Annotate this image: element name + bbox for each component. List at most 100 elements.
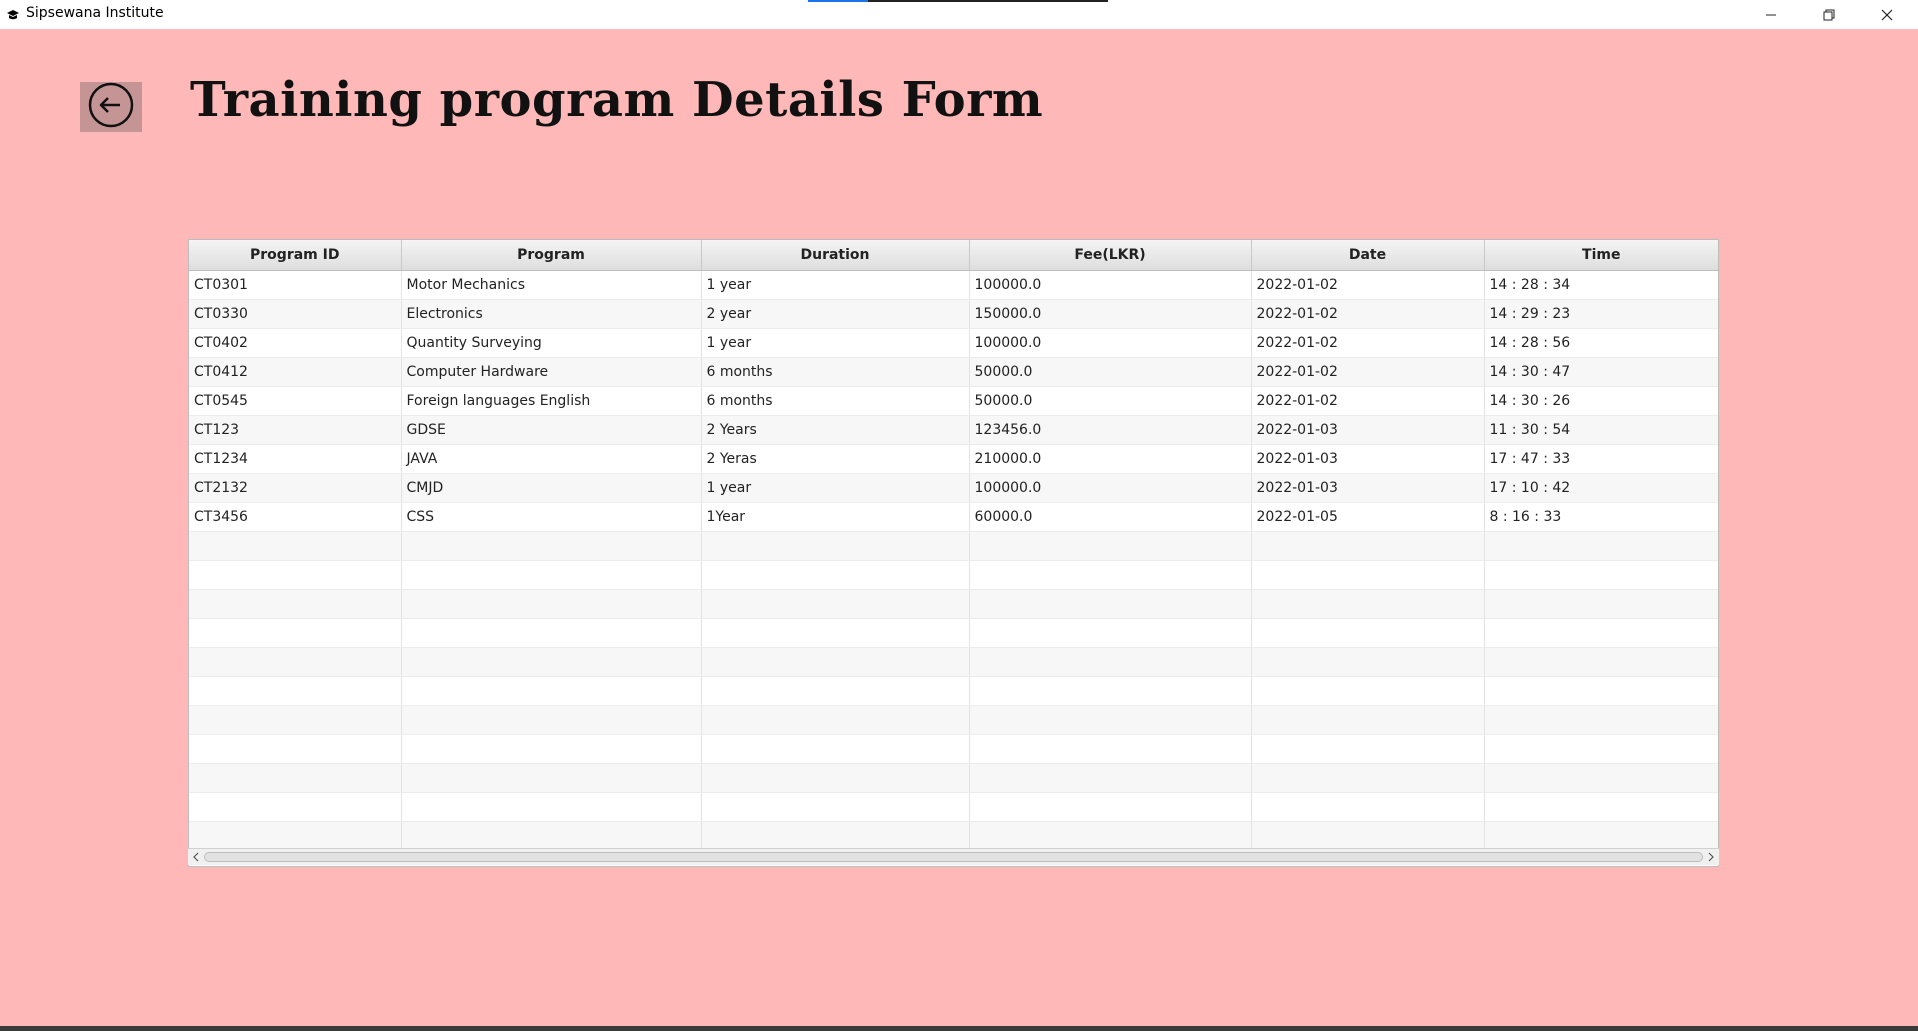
cell-time [1484, 589, 1718, 619]
cell-fee [969, 734, 1252, 764]
cell-program-id: CT3456 [189, 502, 402, 532]
back-button[interactable] [80, 82, 142, 132]
cell-date: 2022-01-03 [1251, 444, 1485, 474]
cell-program-id: CT123 [189, 415, 402, 445]
table-row[interactable]: CT0412 Computer Hardware 6 months 50000.0 20… [189, 357, 1718, 387]
cell-fee [969, 705, 1252, 735]
column-header-program-id[interactable]: Program ID [189, 240, 402, 271]
cell-time [1484, 560, 1718, 590]
close-button[interactable] [1858, 0, 1916, 29]
empty-table-row[interactable] [189, 792, 1718, 822]
scroll-right-icon[interactable] [1705, 851, 1717, 863]
cell-program: Electronics [401, 299, 702, 329]
cell-fee [969, 763, 1252, 793]
cell-program-id [189, 792, 402, 822]
table-row[interactable]: CT0330 Electronics 2 year 150000.0 2022-01-0… [189, 299, 1718, 329]
cell-fee: 50000.0 [969, 386, 1252, 416]
empty-table-row[interactable] [189, 763, 1718, 793]
cell-time [1484, 734, 1718, 764]
cell-program [401, 618, 702, 648]
table-row[interactable]: CT0545 Foreign languages English 6 months 5… [189, 386, 1718, 416]
minimize-icon [1765, 9, 1777, 21]
cell-time: 14 : 29 : 23 [1484, 299, 1718, 329]
cell-date [1251, 705, 1485, 735]
cell-fee [969, 792, 1252, 822]
cell-program: GDSE [401, 415, 702, 445]
graduation-cap-icon [6, 7, 20, 21]
window-bottom-edge [0, 1026, 1918, 1031]
titlebar-accent [808, 0, 1108, 2]
cell-date [1251, 821, 1485, 851]
cell-program-id [189, 763, 402, 793]
cell-date [1251, 589, 1485, 619]
restore-button[interactable] [1800, 0, 1858, 29]
cell-program [401, 705, 702, 735]
cell-duration [701, 705, 970, 735]
scroll-left-icon[interactable] [190, 851, 202, 863]
empty-table-row[interactable] [189, 821, 1718, 851]
page-title: Training program Details Form [190, 72, 1044, 128]
cell-time [1484, 618, 1718, 648]
cell-duration: 6 months [701, 357, 970, 387]
cell-program [401, 560, 702, 590]
cell-duration: 2 Years [701, 415, 970, 445]
cell-program: JAVA [401, 444, 702, 474]
cell-date [1251, 734, 1485, 764]
cell-duration: 1 year [701, 328, 970, 358]
cell-duration: 2 year [701, 299, 970, 329]
cell-date [1251, 763, 1485, 793]
minimize-button[interactable] [1742, 0, 1800, 29]
cell-program [401, 531, 702, 561]
cell-time [1484, 792, 1718, 822]
column-header-duration[interactable]: Duration [701, 240, 970, 271]
empty-table-row[interactable] [189, 560, 1718, 590]
empty-table-row[interactable] [189, 647, 1718, 677]
empty-table-row[interactable] [189, 705, 1718, 735]
cell-program: Motor Mechanics [401, 270, 702, 300]
cell-program [401, 734, 702, 764]
cell-fee [969, 676, 1252, 706]
column-header-program[interactable]: Program [401, 240, 702, 271]
cell-time: 8 : 16 : 33 [1484, 502, 1718, 532]
scrollbar-thumb[interactable] [204, 852, 1703, 862]
arrow-left-circle-icon [87, 81, 135, 133]
empty-table-row[interactable] [189, 618, 1718, 648]
column-header-fee[interactable]: Fee(LKR) [969, 240, 1252, 271]
horizontal-scrollbar[interactable] [188, 848, 1719, 865]
cell-time [1484, 531, 1718, 561]
cell-date [1251, 792, 1485, 822]
cell-program [401, 763, 702, 793]
cell-fee: 60000.0 [969, 502, 1252, 532]
table-row[interactable]: CT0301 Motor Mechanics 1 year 100000.0 2022-… [189, 270, 1718, 300]
column-header-time[interactable]: Time [1484, 240, 1718, 271]
cell-program-id: CT0301 [189, 270, 402, 300]
column-header-date[interactable]: Date [1251, 240, 1485, 271]
table-row[interactable]: CT0402 Quantity Surveying 1 year 100000.0 20… [189, 328, 1718, 358]
cell-time [1484, 647, 1718, 677]
cell-duration [701, 647, 970, 677]
cell-program-id [189, 705, 402, 735]
table-row[interactable]: CT3456 CSS 1Year 60000.0 2022-01-05 8 : 16 : … [189, 502, 1718, 532]
cell-program-id: CT0545 [189, 386, 402, 416]
table-row[interactable]: CT123 GDSE 2 Years 123456.0 2022-01-03 11 : 3… [189, 415, 1718, 445]
program-table-grid: Program ID Program Duration Fee(LKR) Dat… [189, 240, 1718, 851]
cell-time [1484, 676, 1718, 706]
cell-date [1251, 560, 1485, 590]
cell-program [401, 676, 702, 706]
cell-program: Foreign languages English [401, 386, 702, 416]
empty-table-row[interactable] [189, 531, 1718, 561]
table-header-row: Program ID Program Duration Fee(LKR) Dat… [189, 240, 1718, 271]
table-row[interactable]: CT2132 CMJD 1 year 100000.0 2022-01-03 17 : 1… [189, 473, 1718, 503]
program-table[interactable]: Program ID Program Duration Fee(LKR) Dat… [188, 239, 1719, 867]
empty-table-row[interactable] [189, 676, 1718, 706]
cell-program-id: CT1234 [189, 444, 402, 474]
table-row[interactable]: CT1234 JAVA 2 Yeras 210000.0 2022-01-03 17 : … [189, 444, 1718, 474]
cell-date: 2022-01-05 [1251, 502, 1485, 532]
empty-table-row[interactable] [189, 734, 1718, 764]
close-icon [1881, 9, 1893, 21]
cell-date [1251, 618, 1485, 648]
cell-date: 2022-01-02 [1251, 270, 1485, 300]
cell-fee [969, 618, 1252, 648]
empty-table-row[interactable] [189, 589, 1718, 619]
cell-date [1251, 647, 1485, 677]
